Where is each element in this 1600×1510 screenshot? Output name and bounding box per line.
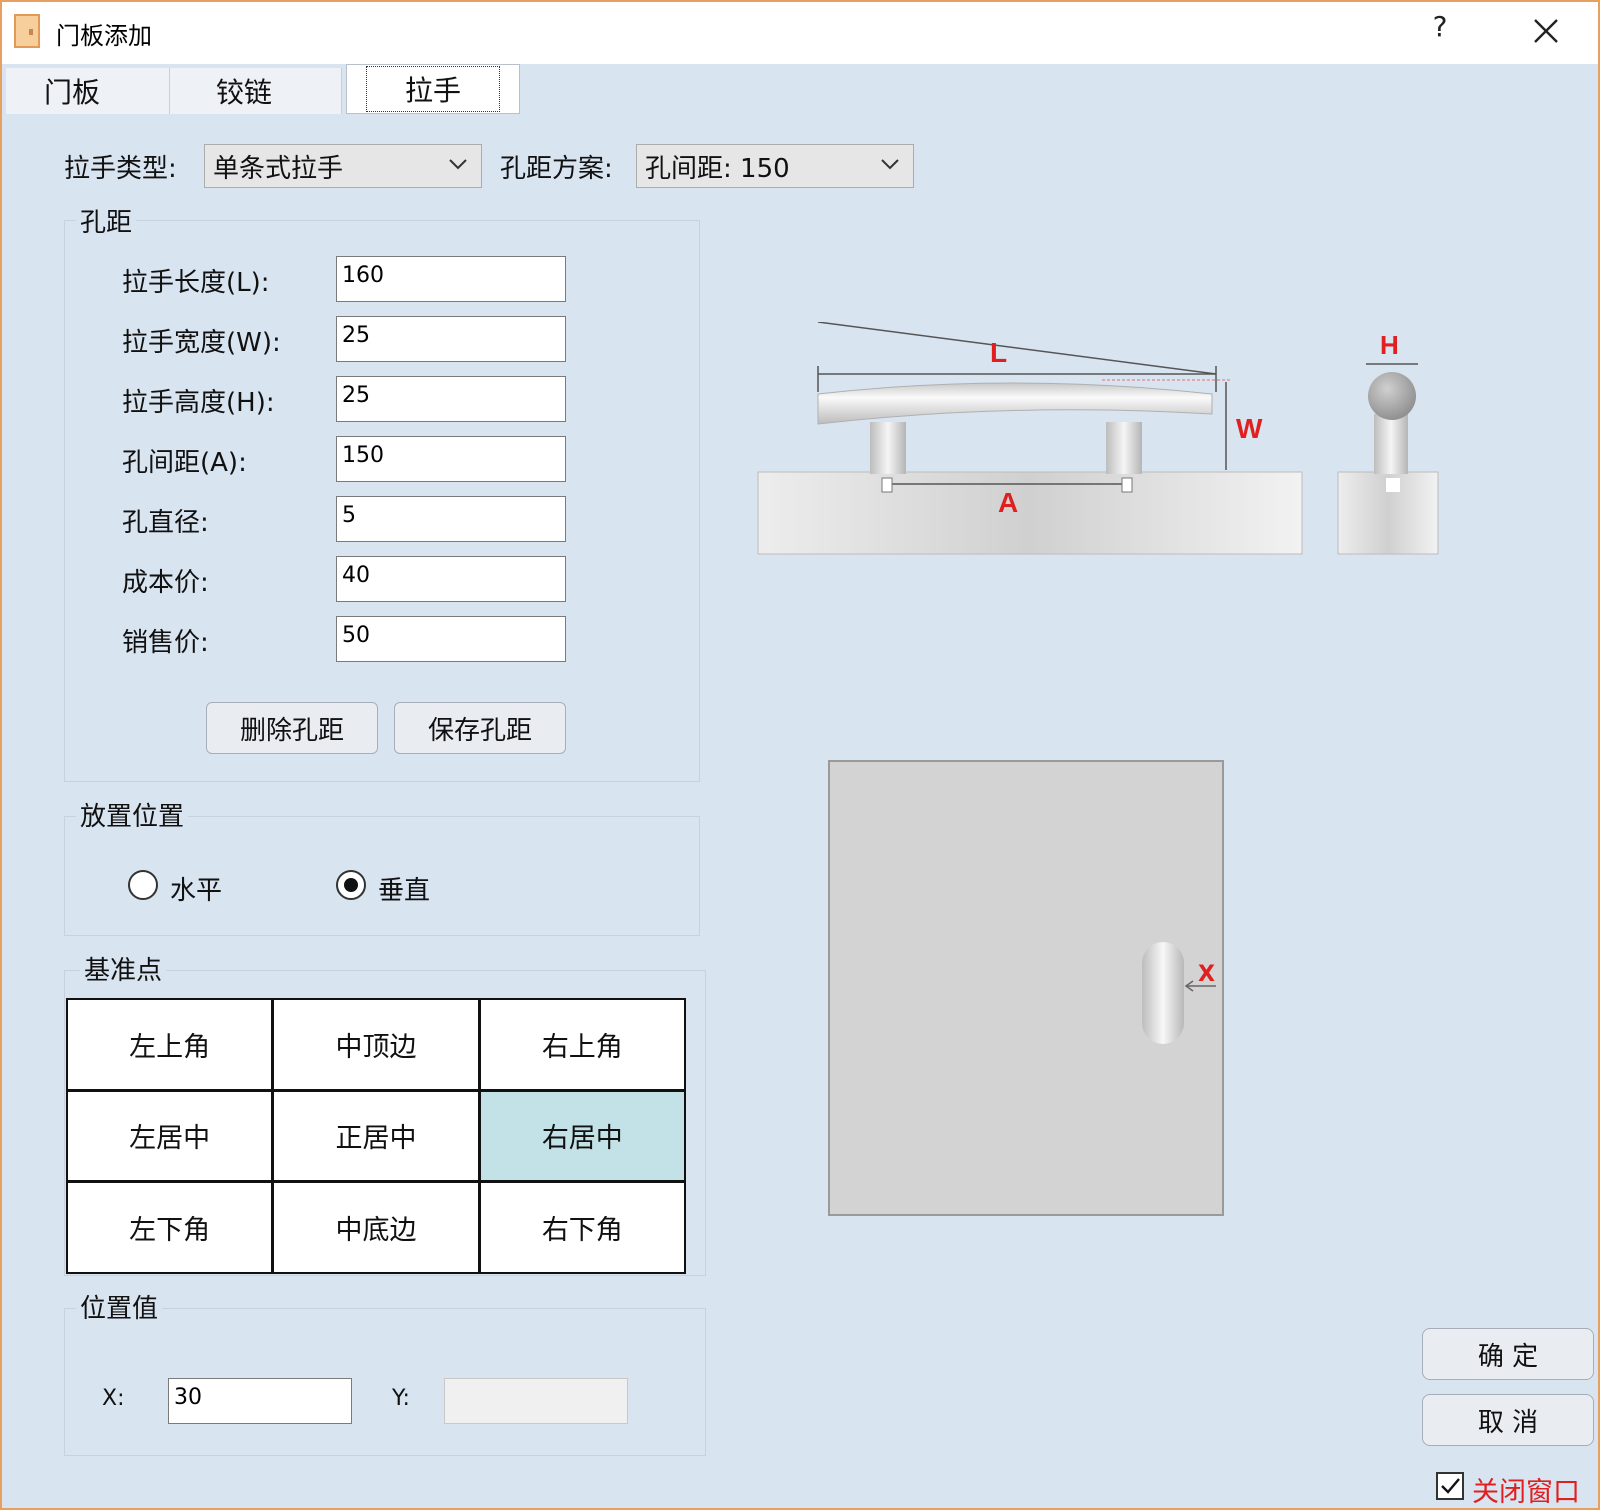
close-icon bbox=[1534, 19, 1558, 43]
diagram-label-a: A bbox=[998, 487, 1018, 518]
hole-diameter-label: 孔直径: bbox=[122, 508, 209, 538]
horizontal-label: 水平 bbox=[170, 876, 223, 906]
position-title: 位置值 bbox=[76, 1288, 163, 1325]
title-bar: 门板添加 ? bbox=[2, 2, 1598, 64]
y-value-input bbox=[444, 1378, 628, 1424]
ref-bottom-center[interactable]: 中底边 bbox=[274, 1183, 478, 1272]
door-handle-preview bbox=[1142, 942, 1184, 1044]
y-label: Y: bbox=[392, 1386, 410, 1411]
handle-width-input[interactable]: 25 bbox=[336, 316, 566, 362]
placement-title: 放置位置 bbox=[76, 796, 189, 833]
handle-bar-shape bbox=[817, 382, 1213, 425]
handle-diagram: L W A H bbox=[757, 322, 1439, 555]
hole-spacing-title: 孔距 bbox=[76, 202, 137, 239]
hole-scheme-select[interactable]: 孔间距: 150 bbox=[636, 144, 914, 188]
hole-diameter-input[interactable]: 5 bbox=[336, 496, 566, 542]
tab-hinge[interactable]: 铰链 bbox=[170, 68, 342, 114]
diagram-label-h: H bbox=[1380, 330, 1399, 360]
reference-grid: 左上角 中顶边 右上角 左居中 正居中 右居中 左下角 中底边 右下角 bbox=[66, 998, 686, 1274]
help-button[interactable]: ? bbox=[1418, 10, 1462, 43]
tab-label: 拉手 bbox=[365, 66, 500, 112]
tab-label: 铰链 bbox=[216, 76, 273, 109]
window-title: 门板添加 bbox=[56, 22, 152, 50]
cost-price-label: 成本价: bbox=[122, 568, 209, 598]
close-window-checkbox[interactable] bbox=[1436, 1472, 1464, 1500]
side-knob-shape bbox=[1368, 372, 1416, 420]
side-post-shape bbox=[1374, 414, 1408, 474]
reference-title: 基准点 bbox=[80, 950, 167, 987]
hole-marker bbox=[881, 477, 893, 493]
tab-door[interactable]: 门板 bbox=[6, 68, 170, 114]
ok-button[interactable]: 确 定 bbox=[1422, 1328, 1594, 1380]
ref-middle-left[interactable]: 左居中 bbox=[68, 1091, 272, 1181]
handle-post-right bbox=[1106, 422, 1142, 474]
save-hole-spacing-button[interactable]: 保存孔距 bbox=[394, 702, 566, 754]
delete-hole-spacing-button[interactable]: 删除孔距 bbox=[206, 702, 378, 754]
handle-post-left bbox=[870, 422, 906, 474]
chevron-down-icon bbox=[881, 159, 899, 170]
diagram-label-w: W bbox=[1236, 413, 1263, 444]
hole-spacing-input[interactable]: 150 bbox=[336, 436, 566, 482]
cost-price-input[interactable]: 40 bbox=[336, 556, 566, 602]
ref-top-right[interactable]: 右上角 bbox=[480, 1000, 684, 1089]
handle-length-input[interactable]: 160 bbox=[336, 256, 566, 302]
horizontal-radio[interactable] bbox=[128, 870, 158, 900]
diagram-label-x: X bbox=[1198, 962, 1215, 987]
ref-bottom-right[interactable]: 右下角 bbox=[480, 1183, 684, 1272]
vertical-radio[interactable] bbox=[336, 870, 366, 900]
tab-bar: 门板 铰链 拉手 bbox=[2, 64, 1598, 116]
chevron-down-icon bbox=[449, 159, 467, 170]
ref-middle-right[interactable]: 右居中 bbox=[480, 1091, 684, 1181]
x-label: X: bbox=[102, 1386, 125, 1411]
door-panel-dialog: 门板添加 ? 门板 铰链 拉手 拉手类型: 单条式拉手 孔距方案: 孔间距: 1… bbox=[0, 0, 1600, 1510]
sale-price-input[interactable]: 50 bbox=[336, 616, 566, 662]
handle-height-input[interactable]: 25 bbox=[336, 376, 566, 422]
hole-scheme-label: 孔距方案: bbox=[500, 154, 613, 184]
ref-bottom-left[interactable]: 左下角 bbox=[68, 1183, 272, 1272]
handle-type-select[interactable]: 单条式拉手 bbox=[204, 144, 482, 188]
check-icon bbox=[1441, 1478, 1460, 1494]
handle-type-label: 拉手类型: bbox=[64, 154, 177, 184]
sale-price-label: 销售价: bbox=[122, 628, 209, 658]
hole-spacing-label: 孔间距(A): bbox=[122, 448, 247, 478]
ref-center[interactable]: 正居中 bbox=[274, 1091, 478, 1181]
ref-top-left[interactable]: 左上角 bbox=[68, 1000, 272, 1089]
ref-top-center[interactable]: 中顶边 bbox=[274, 1000, 478, 1089]
tab-label: 门板 bbox=[44, 76, 101, 109]
hole-scheme-value: 孔间距: 150 bbox=[645, 153, 790, 184]
handle-width-label: 拉手宽度(W): bbox=[122, 328, 281, 358]
door-icon bbox=[14, 14, 40, 48]
handle-type-value: 单条式拉手 bbox=[213, 153, 344, 184]
handle-length-label: 拉手长度(L): bbox=[122, 268, 270, 298]
cancel-button[interactable]: 取 消 bbox=[1422, 1394, 1594, 1446]
tab-handle[interactable]: 拉手 bbox=[346, 64, 520, 114]
side-hole-marker bbox=[1386, 478, 1400, 492]
handle-height-label: 拉手高度(H): bbox=[122, 388, 275, 418]
hole-marker bbox=[1121, 477, 1133, 493]
x-value-input[interactable]: 30 bbox=[168, 1378, 352, 1424]
diagram-label-l: L bbox=[990, 337, 1007, 368]
dimension-line-l bbox=[817, 322, 1217, 375]
vertical-label: 垂直 bbox=[378, 876, 431, 906]
close-window-label: 关闭窗口 bbox=[1472, 1477, 1580, 1508]
close-button[interactable] bbox=[1524, 6, 1568, 53]
